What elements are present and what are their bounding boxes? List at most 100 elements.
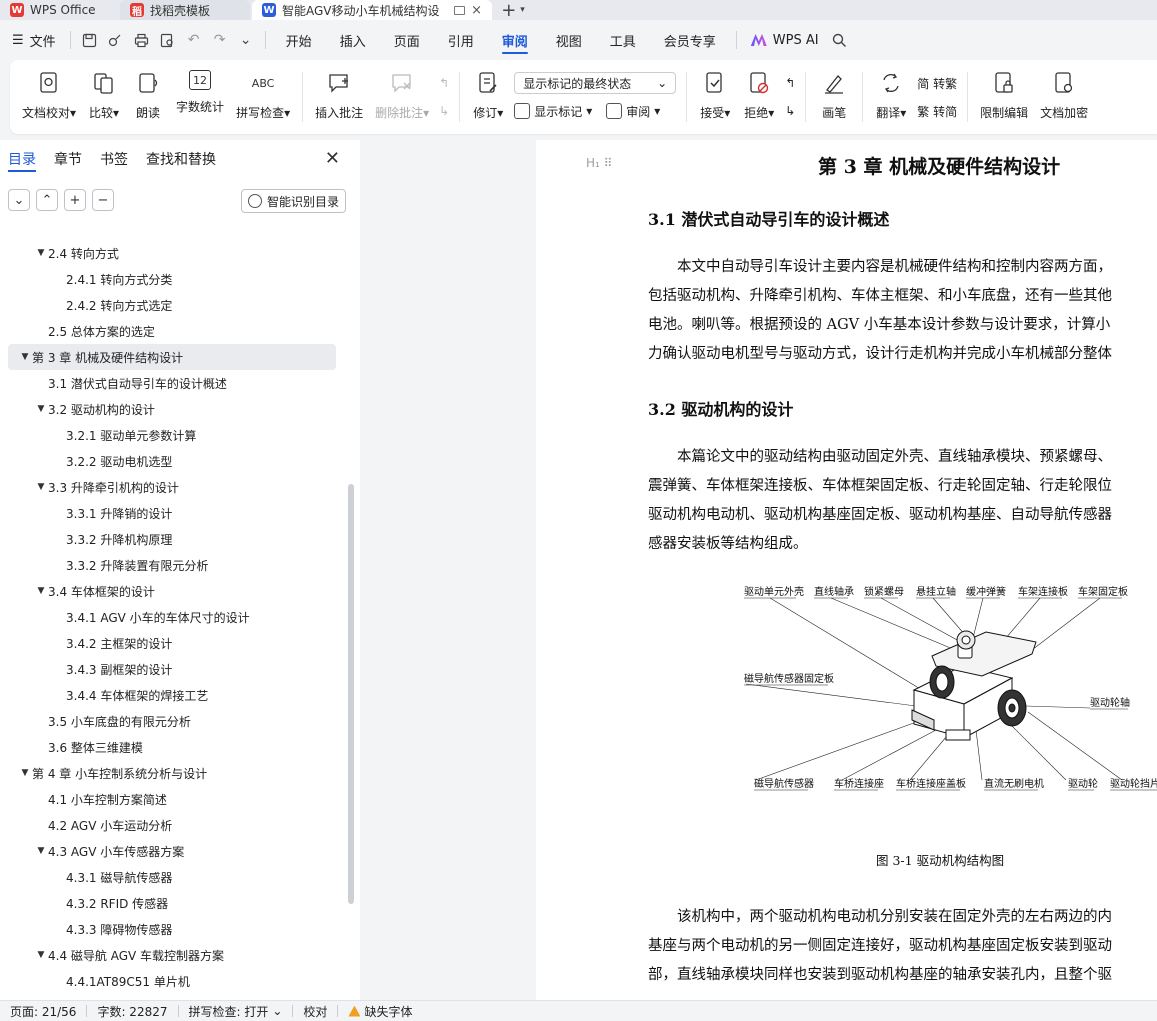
menu-page[interactable]: 页面	[380, 20, 434, 60]
tab-wps-office[interactable]: W WPS Office	[0, 0, 118, 20]
toc-item[interactable]: 3.4.1 AGV 小车的车体尺寸的设计	[0, 604, 350, 630]
search-icon[interactable]	[827, 20, 853, 60]
menu-tools[interactable]: 工具	[596, 20, 650, 60]
doc-proof-button[interactable]: 文档校对▾	[16, 66, 82, 128]
toc-scrollbar[interactable]	[348, 484, 354, 904]
expand-arrow-icon[interactable]: ▼	[34, 846, 48, 856]
expand-arrow-icon[interactable]: ▼	[34, 586, 48, 596]
nav-tab-toc[interactable]: 目录	[8, 140, 36, 178]
smart-toc-button[interactable]: 智能识别目录	[240, 189, 346, 213]
read-aloud-button[interactable]: 朗读	[126, 66, 170, 128]
toc-item[interactable]: 3.6 整体三维建模	[0, 734, 350, 760]
translate-button[interactable]: 翻译▾	[869, 66, 913, 128]
previous-comment-icon[interactable]: ↰	[439, 72, 449, 94]
toc-item[interactable]: 3.3.2 升降机构原理	[0, 526, 350, 552]
encrypt-document-button[interactable]: 文档加密	[1034, 66, 1094, 128]
accept-button[interactable]: 接受▾	[693, 66, 737, 128]
close-tab-icon[interactable]: ×	[471, 3, 482, 18]
menu-review[interactable]: 审阅	[488, 20, 542, 60]
nav-tab-sections[interactable]: 章节	[54, 140, 82, 178]
toc-item[interactable]: 3.3.2 升降装置有限元分析	[0, 552, 350, 578]
expand-arrow-icon[interactable]: ▼	[18, 768, 32, 778]
toc-item[interactable]: ▼ 2.4 转向方式	[0, 240, 350, 266]
toc-item[interactable]: 4.3.1 磁导航传感器	[0, 864, 350, 890]
toc-item[interactable]: 3.2.2 驱动电机选型	[0, 448, 350, 474]
toc-item[interactable]: ▼ 3.2 驱动机构的设计	[0, 396, 350, 422]
expand-down-icon[interactable]: ⌄	[8, 189, 30, 211]
menu-view[interactable]: 视图	[542, 20, 596, 60]
toc-item[interactable]: 2.4.1 转向方式分类	[0, 266, 350, 292]
print-icon[interactable]	[129, 20, 155, 60]
toc-item[interactable]: 3.1 潜伏式自动导引车的设计概述	[0, 370, 350, 396]
add-heading-icon[interactable]: +	[64, 189, 86, 211]
missing-font-status[interactable]: 缺失字体	[348, 1003, 422, 1020]
menu-start[interactable]: 开始	[272, 20, 326, 60]
pen-button[interactable]: 画笔	[812, 66, 856, 128]
redo-icon[interactable]: ↷	[207, 20, 233, 60]
undo-icon[interactable]: ↶	[181, 20, 207, 60]
compare-button[interactable]: 比较▾	[82, 66, 126, 128]
nav-tab-bookmarks[interactable]: 书签	[100, 140, 128, 178]
delete-comment-button[interactable]: 删除批注▾	[369, 66, 435, 128]
expand-arrow-icon[interactable]: ▼	[34, 248, 48, 258]
toc-item[interactable]: 3.2.1 驱动单元参数计算	[0, 422, 350, 448]
show-markup-button[interactable]: 显示标记 ▾	[514, 100, 592, 122]
expand-arrow-icon[interactable]: ▼	[34, 950, 48, 960]
toc-item[interactable]: 2.5 总体方案的选定	[0, 318, 350, 344]
tab-current-document[interactable]: W 智能AGV移动小车机械结构设 ×	[252, 0, 492, 20]
toc-item[interactable]: ▼ 第 4 章 小车控制系统分析与设计	[0, 760, 350, 786]
previous-revision-icon[interactable]: ↰	[785, 72, 795, 94]
remove-heading-icon[interactable]: −	[92, 189, 114, 211]
chevron-down-icon[interactable]: ⌄	[233, 20, 259, 60]
toc-item[interactable]: 3.4.3 副框架的设计	[0, 656, 350, 682]
toc-item[interactable]: 3.4.2 主框架的设计	[0, 630, 350, 656]
toc-item[interactable]: 3.4.4 车体框架的焊接工艺	[0, 682, 350, 708]
print-preview-icon[interactable]	[155, 20, 181, 60]
toc-item[interactable]: 4.3.2 RFID 传感器	[0, 890, 350, 916]
revise-button[interactable]: 修订▾	[466, 66, 510, 128]
expand-arrow-icon[interactable]: ▼	[34, 482, 48, 492]
new-tab-button[interactable]: + ▾	[494, 0, 532, 21]
tab-daoke-templates[interactable]: 稻 找稻壳模板	[120, 0, 250, 20]
document-page[interactable]: H₁ ⠿ 第 3 章 机械及硬件结构设计 3.1 潜伏式自动导引车的设计概述 本…	[536, 140, 1157, 1000]
restrict-edit-button[interactable]: 限制编辑	[974, 66, 1034, 128]
toc-item[interactable]: 3.3.1 升降销的设计	[0, 500, 350, 526]
menu-member[interactable]: 会员专享	[650, 20, 730, 60]
expand-arrow-icon[interactable]: ▼	[34, 404, 48, 414]
spell-check-status[interactable]: 拼写检查: 打开 ⌄	[189, 1003, 293, 1020]
to-simplified-button[interactable]: 繁 转简	[917, 100, 957, 122]
toc-item[interactable]: 4.3.3 障碍物传感器	[0, 916, 350, 942]
menu-insert[interactable]: 插入	[326, 20, 380, 60]
toc-item[interactable]: ▼ 4.3 AGV 小车传感器方案	[0, 838, 350, 864]
toc-item[interactable]: 4.4.1AT89C51 单片机	[0, 968, 350, 994]
menu-references[interactable]: 引用	[434, 20, 488, 60]
expand-arrow-icon[interactable]: ▼	[18, 352, 32, 362]
toc-item[interactable]: ▼ 第 3 章 机械及硬件结构设计	[8, 344, 336, 370]
toc-item[interactable]: 3.5 小车底盘的有限元分析	[0, 708, 350, 734]
chevron-down-icon[interactable]: ▾	[520, 5, 525, 15]
markup-state-dropdown[interactable]: 显示标记的最终状态 ⌄	[514, 72, 677, 94]
toc-item[interactable]: 4.1 小车控制方案简述	[0, 786, 350, 812]
toc-item[interactable]: ▼ 3.4 车体框架的设计	[0, 578, 350, 604]
heading-marker-icon[interactable]: H₁ ⠿	[586, 156, 612, 170]
nav-tab-find-replace[interactable]: 查找和替换	[146, 140, 216, 178]
share-icon[interactable]	[103, 20, 129, 60]
next-revision-icon[interactable]: ↳	[785, 100, 795, 122]
word-count-button[interactable]: 12 字数统计	[170, 66, 230, 128]
review-pane-button[interactable]: 审阅 ▾	[606, 100, 660, 122]
insert-comment-button[interactable]: 插入批注	[309, 66, 369, 128]
next-comment-icon[interactable]: ↳	[439, 100, 449, 122]
save-icon[interactable]	[77, 20, 103, 60]
toc-item[interactable]: 4.2 AGV 小车运动分析	[0, 812, 350, 838]
wps-ai-button[interactable]: WPS AI	[743, 33, 827, 48]
spell-check-button[interactable]: ABC 拼写检查▾	[230, 66, 296, 128]
page-indicator[interactable]: 页面: 21/56	[10, 1003, 86, 1020]
reject-button[interactable]: 拒绝▾	[737, 66, 781, 128]
close-icon[interactable]: ✕	[325, 148, 340, 169]
toc-item[interactable]: ▼ 4.4 磁导航 AGV 车载控制器方案	[0, 942, 350, 968]
word-count-indicator[interactable]: 字数: 22827	[97, 1003, 177, 1020]
file-menu[interactable]: ☰ 文件	[12, 31, 64, 50]
collapse-up-icon[interactable]: ⌃	[36, 189, 58, 211]
toc-item[interactable]: ▼ 3.3 升降牵引机构的设计	[0, 474, 350, 500]
monitor-icon[interactable]	[454, 5, 466, 15]
